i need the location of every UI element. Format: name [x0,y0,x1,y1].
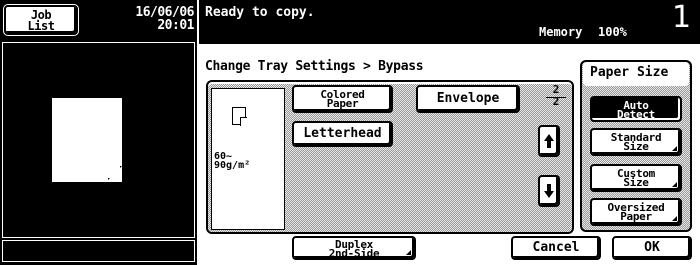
copy-count: 1 [672,0,692,35]
colored-paper-label-line2: Paper [326,97,359,110]
standard-size-button[interactable]: Standard Size [590,128,682,156]
page-divider [546,97,566,98]
duplex-label-line2: 2nd-Side [328,247,380,260]
scroll-up-button[interactable] [538,125,560,157]
envelope-button[interactable]: Envelope [416,85,520,113]
letterhead-button[interactable]: Letterhead [292,121,393,147]
memory-label: Memory [539,25,583,39]
auto-detect-label-line2: Detect [617,108,655,121]
custom-size-label-line2: Size [623,176,649,189]
left-footer [2,240,195,262]
datetime: 16/06/06 20:01 [100,6,194,32]
colored-paper-button[interactable]: Colored Paper [292,85,393,113]
page-indicator: 2 2 [545,84,567,114]
custom-size-button[interactable]: Custom Size [590,164,682,192]
auto-detect-button[interactable]: Auto Detect [590,96,682,122]
oversized-paper-label-line2: Paper [620,210,652,223]
status-message: Ready to copy. [205,5,315,20]
oversized-paper-button[interactable]: Oversized Paper [590,198,682,226]
paper-weight-line2: 90g/m² [214,160,251,171]
job-list-button[interactable]: Job List [4,5,78,35]
cancel-button[interactable]: Cancel [511,236,601,260]
paper-corner-icon [240,117,247,126]
scroll-down-button[interactable] [538,175,560,207]
time: 20:01 [157,18,194,33]
memory-value: 100% [598,25,627,39]
duplex-2nd-side-button[interactable]: Duplex 2nd-Side [292,236,416,260]
standard-size-label-line2: Size [623,140,649,153]
job-list-label-line2: List [27,19,55,33]
arrow-down-icon [544,184,554,198]
arrow-up-icon [544,134,554,148]
paper-size-title: Paper Size [590,65,669,80]
ok-button[interactable]: OK [612,236,692,260]
breadcrumb: Change Tray Settings > Bypass [205,59,424,74]
